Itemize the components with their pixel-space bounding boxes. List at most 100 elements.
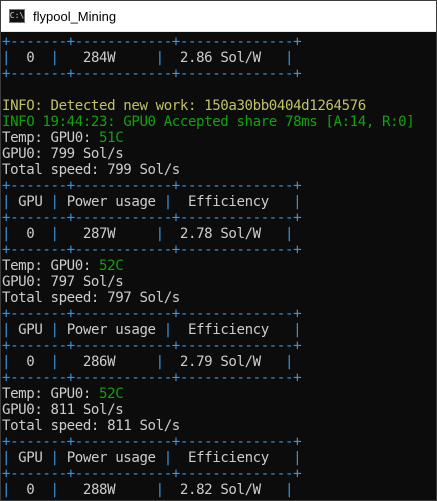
table-row: | 0 | 286W | 2.79 Sol/W | <box>2 354 436 370</box>
table-border-line: +-------+------------+--------------+ <box>2 498 436 500</box>
speed-line: Total speed: 811 Sol/s <box>2 418 436 434</box>
table-separator: | <box>285 354 294 370</box>
table-cell: GPU <box>10 194 51 210</box>
window-title: flypool_Mining <box>33 8 117 24</box>
table-cell: 0 <box>10 50 51 66</box>
table-border-text: +-------+------------+--------------+ <box>2 434 302 450</box>
table-separator: | <box>155 50 164 66</box>
table-border-text: +-------+------------+--------------+ <box>2 338 302 354</box>
table-row: | 0 | 287W | 2.78 Sol/W | <box>2 226 436 242</box>
temperature-label: Temp: GPU0: <box>2 258 100 274</box>
console-window: C:\ flypool_Mining +-------+------------… <box>0 0 437 501</box>
table-cell: 0 <box>10 354 51 370</box>
table-border-text: +-------+------------+--------------+ <box>2 242 302 258</box>
table-border-line: +-------+------------+--------------+ <box>2 34 436 50</box>
speed-text: GPU0: 811 Sol/s <box>2 402 124 418</box>
table-separator: | <box>285 50 294 66</box>
table-separator: | <box>50 482 59 498</box>
speed-text: GPU0: 799 Sol/s <box>2 146 124 162</box>
table-border-line: +-------+------------+--------------+ <box>2 210 436 226</box>
table-cell: 288W <box>58 482 156 498</box>
table-border-line: +-------+------------+--------------+ <box>2 242 436 258</box>
table-separator: | <box>2 450 11 466</box>
speed-line: Total speed: 799 Sol/s <box>2 162 436 178</box>
title-bar[interactable]: C:\ flypool_Mining <box>1 1 436 32</box>
table-separator: | <box>285 482 294 498</box>
table-border-text: +-------+------------+--------------+ <box>2 210 302 226</box>
console-icon-glyph: C:\ <box>9 11 25 20</box>
temperature-line: Temp: GPU0: 52C <box>2 386 436 402</box>
temperature-line: Temp: GPU0: 51C <box>2 130 436 146</box>
table-separator: | <box>50 322 59 338</box>
speed-line: GPU0: 797 Sol/s <box>2 274 436 290</box>
console-output[interactable]: +-------+------------+--------------+ | 0… <box>1 32 436 500</box>
table-separator: | <box>155 354 164 370</box>
speed-line: GPU0: 811 Sol/s <box>2 402 436 418</box>
temperature-line: Temp: GPU0: 52C <box>2 258 436 274</box>
table-cell: 2.78 Sol/W <box>163 226 286 242</box>
table-row: | GPU | Power usage | Efficiency | <box>2 450 436 466</box>
table-cell: Power usage <box>58 194 164 210</box>
table-cell: GPU <box>10 450 51 466</box>
speed-text: Total speed: 799 Sol/s <box>2 162 180 178</box>
table-cell: 0 <box>10 482 51 498</box>
accepted-share-line: INFO 19:44:23: GPU0 Accepted share 78ms … <box>2 114 436 130</box>
table-border-text: +-------+------------+--------------+ <box>2 370 302 386</box>
speed-line: Total speed: 797 Sol/s <box>2 290 436 306</box>
table-cell: Efficiency <box>171 450 294 466</box>
table-border-text: +-------+------------+--------------+ <box>2 306 302 322</box>
speed-text: GPU0: 797 Sol/s <box>2 274 124 290</box>
table-border-text: +-------+------------+--------------+ <box>2 466 302 482</box>
table-cell: Power usage <box>58 322 164 338</box>
table-border-line: +-------+------------+--------------+ <box>2 178 436 194</box>
table-cell: 2.79 Sol/W <box>163 354 286 370</box>
table-separator: | <box>2 482 11 498</box>
speed-text: Total speed: 797 Sol/s <box>2 290 180 306</box>
table-row: | 0 | 288W | 2.82 Sol/W | <box>2 482 436 498</box>
accepted-share-text: INFO 19:44:23: GPU0 Accepted share 78ms … <box>2 114 415 130</box>
table-separator: | <box>50 50 59 66</box>
temperature-label: Temp: GPU0: <box>2 386 100 402</box>
table-border-text: +-------+------------+--------------+ <box>2 66 302 82</box>
table-border-line: +-------+------------+--------------+ <box>2 306 436 322</box>
speed-text: Total speed: 811 Sol/s <box>2 418 180 434</box>
table-cell: Efficiency <box>171 194 294 210</box>
table-separator: | <box>163 450 172 466</box>
table-border-line: +-------+------------+--------------+ <box>2 338 436 354</box>
table-row: | GPU | Power usage | Efficiency | <box>2 194 436 210</box>
speed-line: GPU0: 799 Sol/s <box>2 146 436 162</box>
info-line: INFO: Detected new work: 150a30bb0404d12… <box>2 98 436 114</box>
table-cell: 0 <box>10 226 51 242</box>
table-separator: | <box>293 450 302 466</box>
table-border-line: +-------+------------+--------------+ <box>2 466 436 482</box>
temperature-value: 52C <box>99 386 124 402</box>
table-separator: | <box>155 226 164 242</box>
table-separator: | <box>2 50 11 66</box>
table-cell: Efficiency <box>171 322 294 338</box>
table-separator: | <box>285 226 294 242</box>
table-separator: | <box>155 482 164 498</box>
table-cell: GPU <box>10 322 51 338</box>
table-separator: | <box>163 322 172 338</box>
table-cell: Power usage <box>58 450 164 466</box>
table-separator: | <box>50 354 59 370</box>
table-border-text: +-------+------------+--------------+ <box>2 178 302 194</box>
table-separator: | <box>2 226 11 242</box>
table-cell: 2.86 Sol/W <box>163 50 286 66</box>
table-separator: | <box>293 194 302 210</box>
temperature-value: 51C <box>99 130 124 146</box>
temperature-label: Temp: GPU0: <box>2 130 100 146</box>
table-separator: | <box>50 226 59 242</box>
table-separator: | <box>50 194 59 210</box>
table-separator: | <box>163 194 172 210</box>
table-cell: 287W <box>58 226 156 242</box>
table-border-text: +-------+------------+--------------+ <box>2 498 302 500</box>
table-border-line: +-------+------------+--------------+ <box>2 66 436 82</box>
table-border-line: +-------+------------+--------------+ <box>2 370 436 386</box>
table-border-line: +-------+------------+--------------+ <box>2 434 436 450</box>
table-row: | GPU | Power usage | Efficiency | <box>2 322 436 338</box>
info-text: INFO: Detected new work: 150a30bb0404d12… <box>2 98 366 114</box>
table-cell: 2.82 Sol/W <box>163 482 286 498</box>
console-app-icon[interactable]: C:\ <box>9 9 25 23</box>
